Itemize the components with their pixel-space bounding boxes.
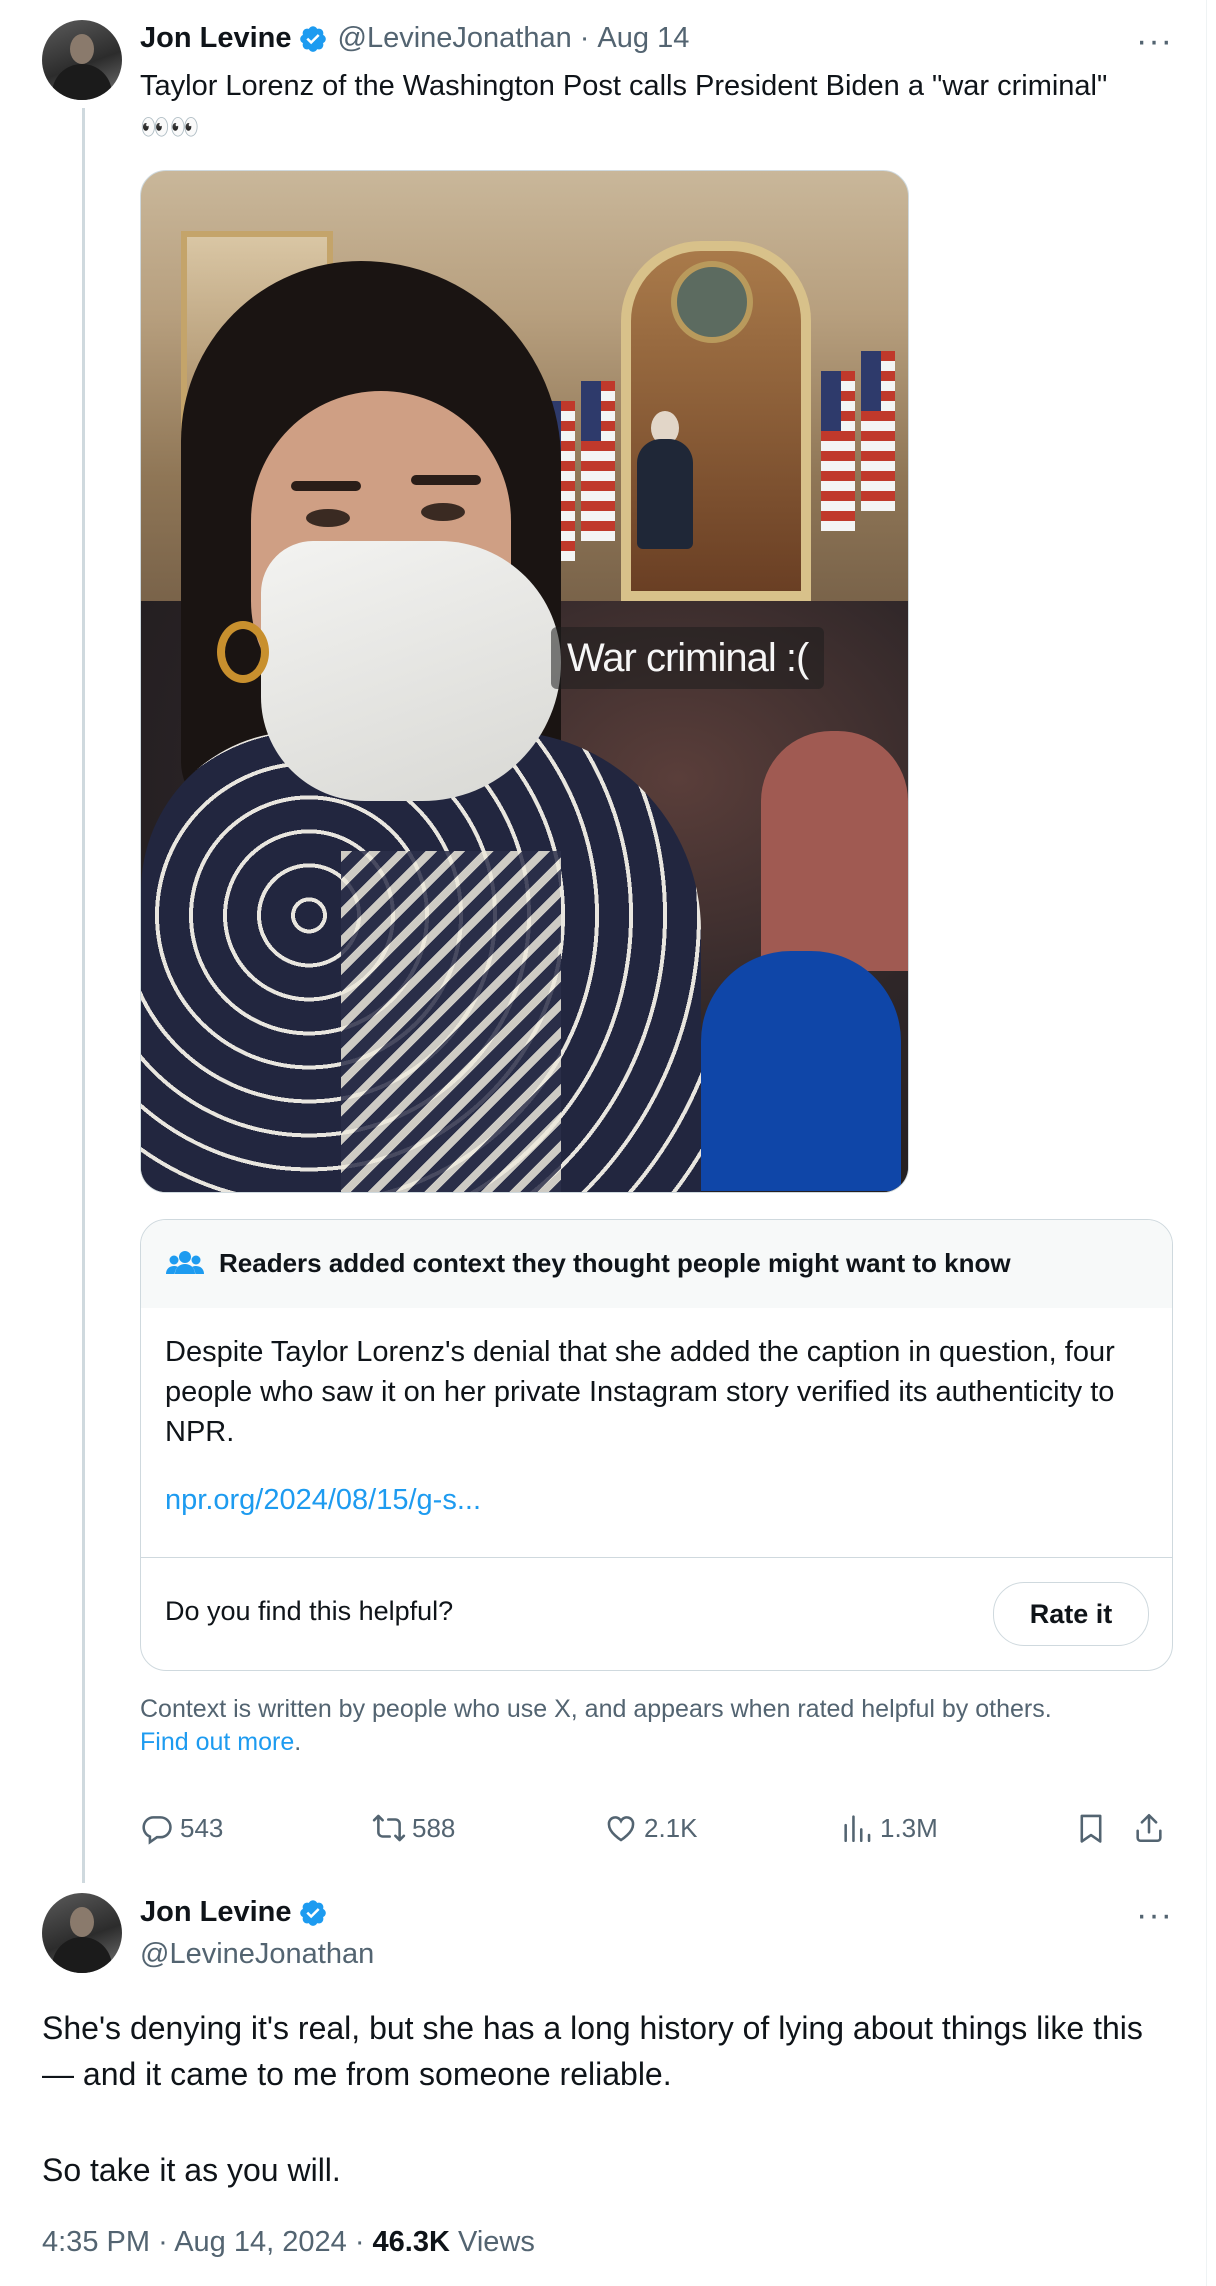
like-icon <box>607 1816 635 1842</box>
views-count: 1.3M <box>880 1812 938 1843</box>
reply-icon <box>142 1816 172 1845</box>
reply-button[interactable]: 543 <box>140 1806 223 1850</box>
avatar-head <box>70 34 94 64</box>
photo-flag <box>581 381 615 541</box>
reply-views-count: 46.3K <box>372 2226 450 2258</box>
helpful-question: Do you find this helpful? <box>165 1596 454 1626</box>
like-count: 2.1K <box>644 1812 698 1843</box>
more-options-icon[interactable]: ··· <box>1136 1898 1173 1932</box>
author-name[interactable]: Jon Levine <box>140 22 292 55</box>
tweet-photo[interactable]: War criminal :( <box>140 170 909 1193</box>
reply-avatar[interactable] <box>42 1893 122 1973</box>
reply-meta: 4:35 PM · Aug 14, 2024 · 46.3K Views <box>42 2226 535 2259</box>
tweet-emoji: 👀👀 <box>140 114 200 141</box>
photo-subject-brow <box>291 481 361 491</box>
community-people-icon <box>166 1251 204 1274</box>
tweet-header: Jon Levine @LevineJonathan · Aug 14 <box>140 22 689 55</box>
reply-header: Jon Levine <box>140 1896 328 1929</box>
photo-caption: War criminal :( <box>551 627 825 689</box>
reply-date[interactable]: Aug 14, 2024 <box>174 2226 347 2258</box>
community-note-title: Readers added context they thought peopl… <box>219 1248 1011 1278</box>
photo-subject-mask <box>261 541 561 801</box>
share-icon <box>1136 1813 1162 1843</box>
photo-speaker <box>637 439 693 549</box>
repost-icon <box>372 1814 406 1842</box>
share-button[interactable] <box>1132 1806 1172 1850</box>
photo-flag <box>861 351 895 511</box>
avatar-shoulders <box>52 64 112 100</box>
avatar-shoulders <box>52 1937 112 1973</box>
tweet-text-body: Taylor Lorenz of the Washington Post cal… <box>140 70 1108 102</box>
context-disclaimer-text: Context is written by people who use X, … <box>140 1695 1052 1723</box>
rate-it-button[interactable]: Rate it <box>993 1582 1149 1646</box>
reply-text: She's denying it's real, but she has a l… <box>42 2005 1182 2193</box>
tweet-text: Taylor Lorenz of the Washington Post cal… <box>140 66 1180 148</box>
reply-time[interactable]: 4:35 PM <box>42 2226 150 2258</box>
community-note-body: Despite Taylor Lorenz's denial that she … <box>165 1336 1115 1448</box>
photo-subject-eye <box>421 503 465 521</box>
avatar[interactable] <box>42 20 122 100</box>
photo-crowd-person <box>761 731 908 971</box>
photo-subject-brow <box>411 475 481 485</box>
separator-dot: · <box>158 2226 168 2258</box>
disclaimer-period: . <box>294 1728 302 1756</box>
repost-count: 588 <box>412 1812 456 1843</box>
community-note-header: Readers added context they thought peopl… <box>141 1220 1172 1308</box>
like-button[interactable]: 2.1K <box>604 1806 698 1850</box>
tweet-date[interactable]: Aug 14 <box>597 22 689 55</box>
avatar-head <box>70 1907 94 1937</box>
photo-subject-earring <box>217 621 269 683</box>
reply-text-paragraph: So take it as you will. <box>42 2152 341 2188</box>
community-note: Readers added context they thought peopl… <box>140 1219 1173 1671</box>
bookmark-icon <box>1080 1814 1102 1843</box>
photo-subject-eye <box>306 509 350 527</box>
reply-author-handle[interactable]: @LevineJonathan <box>140 1938 374 1971</box>
tweet-thread: Jon Levine @LevineJonathan · Aug 14 ··· … <box>0 0 1216 2286</box>
reply-author-name[interactable]: Jon Levine <box>140 1896 292 1929</box>
separator-dot: · <box>579 22 590 54</box>
column-border <box>1206 0 1207 2286</box>
find-out-more-link[interactable]: Find out more <box>140 1728 294 1756</box>
context-disclaimer: Context is written by people who use X, … <box>140 1693 1180 1759</box>
reply-text-paragraph: She's denying it's real, but she has a l… <box>42 2010 1143 2092</box>
verified-badge-icon <box>299 25 326 52</box>
tweet-action-bar: 543 588 2.1K 1.3M <box>140 1806 1180 1850</box>
photo-crowd-person <box>701 951 901 1191</box>
photo-seal <box>671 261 753 343</box>
verified-badge-icon <box>299 1899 326 1926</box>
repost-button[interactable]: 588 <box>372 1806 455 1850</box>
views-button[interactable]: 1.3M <box>840 1806 938 1850</box>
reply-views-label: Views <box>458 2226 535 2258</box>
community-note-link[interactable]: npr.org/2024/08/15/g-s... <box>165 1484 481 1517</box>
thread-connector-line <box>82 108 85 1883</box>
reply-count: 543 <box>180 1812 224 1843</box>
community-note-divider <box>141 1557 1172 1558</box>
photo-flag <box>821 371 855 531</box>
bookmark-button[interactable] <box>1074 1806 1114 1850</box>
more-options-icon[interactable]: ··· <box>1136 24 1173 58</box>
author-handle[interactable]: @LevineJonathan <box>338 22 572 55</box>
separator-dot: · <box>354 2226 365 2258</box>
photo-subject-shirt-pattern <box>341 851 561 1192</box>
views-chart-icon <box>844 1815 871 1843</box>
